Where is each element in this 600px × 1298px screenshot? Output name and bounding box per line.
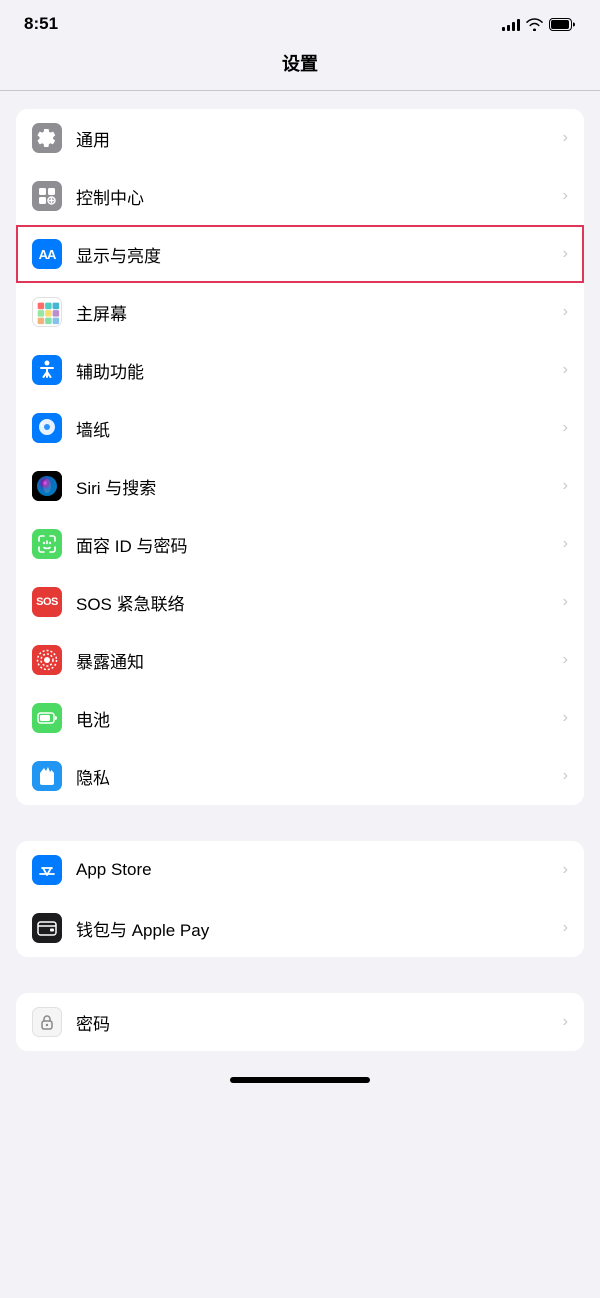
- wifi-icon: [526, 18, 543, 31]
- fuzhu-label: 辅助功能: [76, 358, 559, 383]
- face-label: 面容 ID 与密码: [76, 532, 559, 557]
- settings-row-baolu[interactable]: 暴露通知 ›: [16, 631, 584, 689]
- page-title: 设置: [0, 40, 600, 90]
- fuzhu-chevron: ›: [563, 361, 568, 379]
- tongyong-chevron: ›: [563, 129, 568, 147]
- zhupingmu-label: 主屏幕: [76, 300, 559, 325]
- tongyong-label: 通用: [76, 126, 559, 151]
- baolu-icon: [32, 645, 62, 675]
- settings-group-2: App Store › 钱包与 Apple Pay ›: [16, 841, 584, 957]
- face-icon: [32, 529, 62, 559]
- kongzhi-chevron: ›: [563, 187, 568, 205]
- mima-chevron: ›: [563, 1013, 568, 1031]
- mima-label: 密码: [76, 1010, 559, 1035]
- wallet-label: 钱包与 Apple Pay: [76, 916, 559, 941]
- zhizhi-label: 墙纸: [76, 416, 559, 441]
- home-indicator: [230, 1077, 370, 1083]
- kongzhi-icon: [32, 181, 62, 211]
- battery-icon: [549, 18, 576, 31]
- sos-label: SOS 紧急联络: [76, 590, 559, 615]
- settings-row-kongzhi[interactable]: 控制中心 ›: [16, 167, 584, 225]
- settings-row-zhizhi[interactable]: 墙纸 ›: [16, 399, 584, 457]
- appstore-icon: [32, 855, 62, 885]
- yinsi-label: 隐私: [76, 764, 559, 789]
- xianshi-label: 显示与亮度: [76, 242, 559, 267]
- baolu-label: 暴露通知: [76, 648, 559, 673]
- sos-chevron: ›: [563, 593, 568, 611]
- wallet-chevron: ›: [563, 919, 568, 937]
- fuzhu-icon: [32, 355, 62, 385]
- settings-row-yinsi[interactable]: 隐私 ›: [16, 747, 584, 805]
- xianshi-chevron: ›: [563, 245, 568, 263]
- wallet-icon: [32, 913, 62, 943]
- baolu-chevron: ›: [563, 651, 568, 669]
- face-chevron: ›: [563, 535, 568, 553]
- settings-row-dianchi[interactable]: 电池 ›: [16, 689, 584, 747]
- status-bar: 8:51: [0, 0, 600, 40]
- settings-row-siri[interactable]: Siri 与搜索 ›: [16, 457, 584, 515]
- siri-label: Siri 与搜索: [76, 474, 559, 499]
- settings-group-3: 密码 ›: [16, 993, 584, 1051]
- kongzhi-label: 控制中心: [76, 184, 559, 209]
- status-time: 8:51: [24, 14, 58, 34]
- settings-row-zhupingmu[interactable]: 主屏幕 ›: [16, 283, 584, 341]
- yinsi-chevron: ›: [563, 767, 568, 785]
- zhizhi-icon: [32, 413, 62, 443]
- settings-row-face[interactable]: 面容 ID 与密码 ›: [16, 515, 584, 573]
- signal-icon: [502, 17, 520, 31]
- settings-row-sos[interactable]: SOS SOS 紧急联络 ›: [16, 573, 584, 631]
- status-icons: [502, 17, 576, 31]
- home-indicator-area: [0, 1051, 600, 1091]
- siri-chevron: ›: [563, 477, 568, 495]
- settings-row-fuzhu[interactable]: 辅助功能 ›: [16, 341, 584, 399]
- top-divider: [0, 90, 600, 91]
- zhupingmu-icon: [32, 297, 62, 327]
- tongyong-icon: [32, 123, 62, 153]
- settings-row-mima[interactable]: 密码 ›: [16, 993, 584, 1051]
- appstore-label: App Store: [76, 860, 559, 880]
- dianchi-icon: [32, 703, 62, 733]
- siri-icon: [32, 471, 62, 501]
- mima-icon: [32, 1007, 62, 1037]
- appstore-chevron: ›: [563, 861, 568, 879]
- dianchi-label: 电池: [76, 706, 559, 731]
- settings-row-wallet[interactable]: 钱包与 Apple Pay ›: [16, 899, 584, 957]
- sos-icon: SOS: [32, 587, 62, 617]
- zhizhi-chevron: ›: [563, 419, 568, 437]
- settings-row-tongyong[interactable]: 通用 ›: [16, 109, 584, 167]
- yinsi-icon: [32, 761, 62, 791]
- settings-group-1: 通用 › 控制中心 › AA 显示与亮度 ›: [16, 109, 584, 805]
- settings-row-xianshi[interactable]: AA 显示与亮度 ›: [16, 225, 584, 283]
- settings-row-appstore[interactable]: App Store ›: [16, 841, 584, 899]
- dianchi-chevron: ›: [563, 709, 568, 727]
- zhupingmu-chevron: ›: [563, 303, 568, 321]
- xianshi-icon: AA: [32, 239, 62, 269]
